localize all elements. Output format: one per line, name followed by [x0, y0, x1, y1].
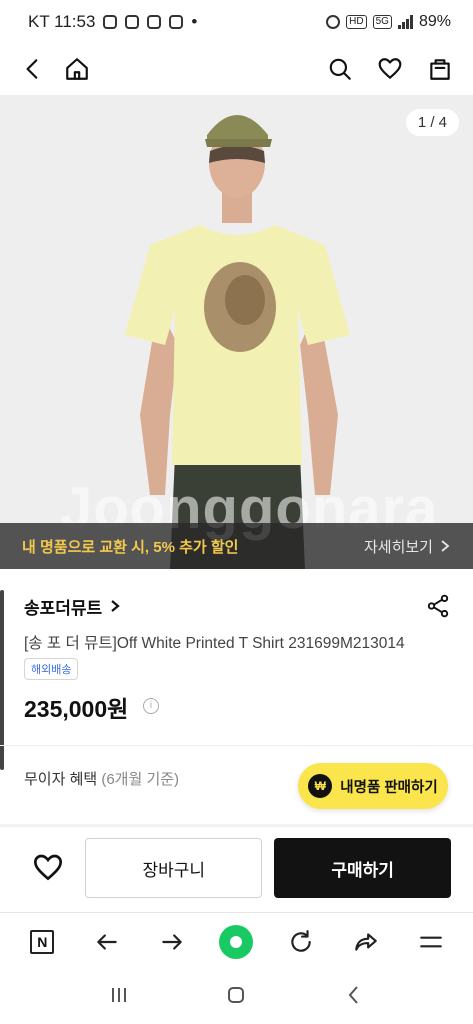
add-to-cart-button[interactable]: 장바구니	[85, 838, 263, 898]
brand-link[interactable]: 송포더뮤트	[24, 594, 102, 619]
search-button[interactable]	[325, 54, 355, 84]
recent-apps-icon	[111, 987, 126, 1002]
home-icon	[66, 58, 88, 80]
promo-banner[interactable]: 내 명품으로 교환 시, 5% 추가 할인 자세히보기	[0, 523, 473, 569]
status-right: HD 5G 89%	[326, 13, 451, 31]
brand-row: 송포더뮤트	[24, 592, 451, 620]
installment-label: 무이자 혜택	[24, 771, 98, 788]
browser-share-button[interactable]	[349, 925, 383, 959]
shopping-bag-button[interactable]	[425, 54, 455, 84]
chat-icon	[125, 15, 140, 29]
arrow-left-icon	[97, 933, 117, 950]
promo-details-link[interactable]: 자세히보기	[364, 536, 451, 557]
arrow-right-icon	[162, 933, 182, 950]
top-nav-actions	[325, 54, 455, 84]
top-nav	[0, 44, 473, 94]
back-button[interactable]	[18, 54, 48, 84]
carrier-time: KT 11:53	[28, 12, 96, 31]
network-badge: 5G	[372, 15, 392, 29]
share-icon[interactable]	[425, 593, 451, 619]
share-arrow-icon	[355, 932, 377, 951]
refresh-icon	[291, 929, 311, 952]
sell-button-label: 내명품 판매하기	[340, 779, 438, 796]
signal-icon	[397, 15, 413, 29]
brand-chevron-icon[interactable]	[108, 599, 122, 613]
chat-icon-3	[169, 15, 184, 29]
notification-icon	[103, 15, 118, 29]
shipping-badge: 해외배송	[24, 658, 79, 680]
chevron-right-icon	[441, 540, 450, 552]
promo-text: 내 명품으로 교환 시, 5% 추가 할인	[22, 538, 239, 556]
hd-badge: HD	[346, 15, 367, 29]
info-icon[interactable]: i	[143, 698, 159, 714]
buy-now-button[interactable]: 구매하기	[274, 838, 451, 898]
section-separator	[0, 824, 473, 827]
status-left: KT 11:53 •	[28, 12, 197, 32]
battery-level: 89%	[418, 13, 451, 30]
installment-info: 무이자 혜택 (6개월 기준)	[24, 768, 179, 789]
promo-details-label: 자세히보기	[363, 538, 433, 556]
sell-my-luxury-button[interactable]: ₩ 내명품 판매하기	[298, 763, 448, 809]
naver-home-button[interactable]: N	[25, 925, 59, 959]
status-bar: KT 11:53 • HD 5G 89%	[0, 0, 473, 44]
android-back-button[interactable]	[342, 983, 366, 1012]
back-arrow-icon	[26, 59, 38, 79]
android-back-icon	[348, 985, 358, 1004]
alarm-icon	[326, 15, 341, 29]
scroll-indicator	[0, 590, 4, 770]
hamburger-menu-icon	[419, 936, 442, 947]
green-dot-icon	[219, 924, 254, 959]
product-image[interactable]: 1 / 4 Joonggonara 내 명품으로 교환 시, 5% 추가 할인 …	[0, 95, 473, 569]
wishlist-heart-button[interactable]	[22, 842, 73, 894]
android-home-button[interactable]	[224, 983, 248, 1012]
android-home-icon	[228, 986, 245, 1003]
action-bar: 장바구니 구매하기	[0, 828, 473, 908]
won-icon: ₩	[308, 774, 333, 798]
wishlist-button[interactable]	[375, 54, 405, 84]
refresh-button[interactable]	[284, 925, 318, 959]
browser-toolbar: N	[0, 912, 473, 970]
shopping-bag-icon	[430, 59, 450, 80]
product-price: 235,000원	[24, 696, 129, 722]
android-nav-bar	[0, 970, 473, 1024]
installment-sub: (6개월 기준)	[101, 771, 180, 788]
browser-back-button[interactable]	[90, 925, 124, 959]
green-dot-button[interactable]	[219, 924, 254, 959]
browser-forward-button[interactable]	[155, 925, 189, 959]
naver-n-icon: N	[30, 929, 55, 954]
image-page-counter: 1 / 4	[405, 109, 459, 136]
heart-icon	[378, 58, 402, 79]
recent-apps-button[interactable]	[107, 983, 131, 1012]
more-notifications-dot: •	[191, 12, 198, 31]
home-button[interactable]	[62, 54, 92, 84]
search-icon	[329, 58, 351, 80]
browser-menu-button[interactable]	[414, 925, 448, 959]
divider	[0, 745, 473, 746]
heart-icon	[33, 854, 62, 881]
product-title: [송 포 더 뮤트]Off White Printed T Shirt 2316…	[24, 635, 405, 652]
chat-icon-2	[147, 15, 162, 29]
